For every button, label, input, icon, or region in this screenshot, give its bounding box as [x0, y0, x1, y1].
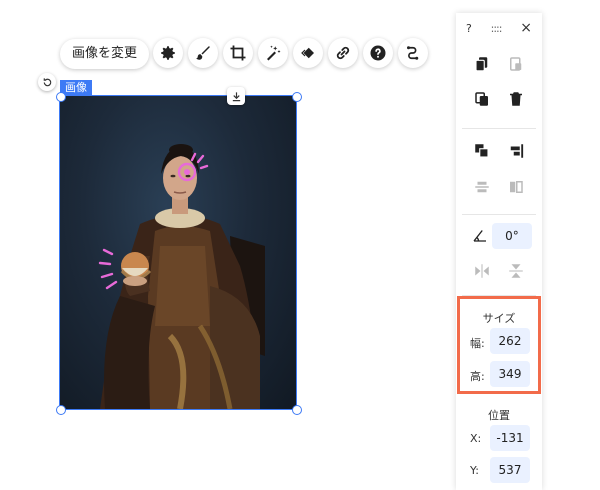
change-image-button[interactable]: 画像を変更 [60, 39, 150, 69]
settings-button[interactable] [153, 38, 183, 68]
panel-divider [462, 214, 536, 215]
gear-icon [161, 46, 175, 60]
magic-wand-icon [267, 45, 281, 61]
enhance-button[interactable] [258, 38, 288, 68]
arrange-button[interactable] [472, 141, 492, 161]
y-field[interactable]: 537 [490, 457, 530, 483]
link-icon [336, 46, 350, 60]
rotate-handle[interactable] [38, 73, 56, 91]
panel-close-button[interactable]: × [520, 20, 532, 36]
flip-vertical-icon [509, 264, 523, 278]
crop-button[interactable] [223, 38, 253, 68]
align-button[interactable] [506, 141, 526, 161]
x-field[interactable]: -131 [490, 425, 530, 451]
copy-icon [475, 57, 488, 72]
panel-divider [462, 128, 536, 129]
resize-handle-bottom-right[interactable] [292, 405, 302, 415]
panel-drag-handle[interactable]: :::: [491, 22, 503, 35]
connect-icon [407, 46, 419, 60]
layout-panel: ? :::: × 0° サイズ 幅: 262 高: 349 位置 X: -131… [456, 13, 542, 490]
position-section-title: 位置 [488, 409, 510, 422]
portrait-artwork [98, 144, 265, 409]
angle-icon [473, 230, 486, 242]
connect-button[interactable] [398, 38, 428, 68]
rotation-indicator [470, 225, 490, 245]
panel-help-button[interactable]: ? [466, 22, 472, 35]
help-button[interactable] [363, 38, 393, 68]
x-label: X: [470, 432, 482, 445]
duplicate-button[interactable] [472, 89, 492, 109]
paste-button[interactable] [506, 54, 526, 74]
portrait-image[interactable] [59, 95, 297, 410]
download-handle[interactable] [227, 87, 245, 105]
adjust-button[interactable] [188, 38, 218, 68]
distribute-button[interactable] [472, 177, 492, 197]
duplicate-icon [475, 92, 488, 106]
align-right-icon [510, 144, 524, 158]
paste-icon [510, 57, 522, 71]
y-label: Y: [470, 464, 479, 477]
rotation-field[interactable]: 0° [492, 223, 532, 249]
animation-diamond-icon [301, 47, 314, 59]
delete-button[interactable] [506, 89, 526, 109]
brush-icon [196, 46, 210, 60]
arrange-icon [475, 144, 489, 158]
trash-icon [510, 92, 522, 106]
match-size-button[interactable] [506, 177, 526, 197]
size-highlight-box [457, 296, 541, 394]
rotate-icon [43, 77, 51, 86]
resize-handle-top-left[interactable] [56, 92, 66, 102]
flip-vertical-button[interactable] [506, 261, 526, 281]
animation-button[interactable] [293, 38, 323, 68]
help-icon [370, 45, 386, 61]
link-button[interactable] [328, 38, 358, 68]
match-size-icon [510, 181, 523, 193]
panel-header: ? :::: × [456, 13, 542, 43]
download-icon [232, 91, 240, 101]
distribute-icon [475, 181, 489, 193]
crop-icon [230, 45, 246, 61]
floating-toolbar: 画像を変更 [60, 37, 155, 71]
flip-horizontal-button[interactable] [472, 261, 492, 281]
resize-handle-top-right[interactable] [292, 92, 302, 102]
resize-handle-bottom-left[interactable] [56, 405, 66, 415]
flip-horizontal-icon [475, 264, 489, 278]
copy-button[interactable] [472, 54, 492, 74]
